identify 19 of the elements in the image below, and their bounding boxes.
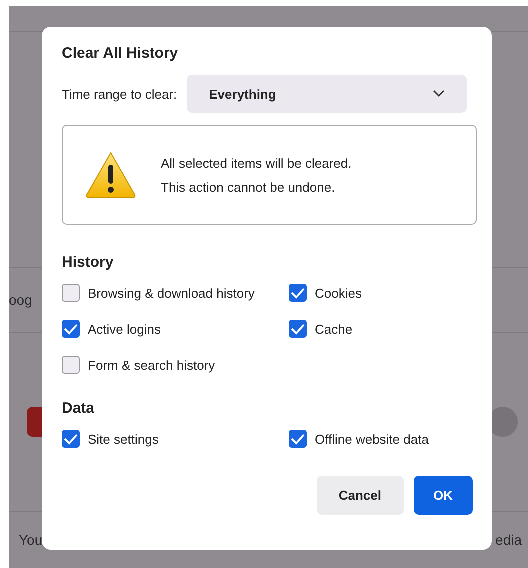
warning-text: All selected items will be cleared. xyxy=(161,156,352,170)
background-text: oog xyxy=(9,292,34,308)
checkbox-label: Browsing & download history xyxy=(88,286,255,300)
dialog-title: Clear All History xyxy=(62,45,180,62)
background-text: You xyxy=(18,532,43,548)
checkbox-label: Site settings xyxy=(88,432,159,446)
cancel-button[interactable]: Cancel xyxy=(316,476,404,515)
checkbox-label: Cache xyxy=(315,322,353,336)
section-heading: History xyxy=(62,254,115,271)
checkbox-label: Form & search history xyxy=(88,358,216,372)
ok-button[interactable]: OK xyxy=(414,476,473,515)
checkbox-label: Active logins xyxy=(88,322,161,336)
section-heading: Data xyxy=(62,400,96,417)
time-range-label: Time range to clear: xyxy=(62,86,178,102)
background-text: edia xyxy=(496,532,523,548)
warning-text: This action cannot be undone. xyxy=(161,180,336,194)
checkbox-label: Offline website data xyxy=(315,432,429,446)
time-range-dropdown[interactable]: Everything xyxy=(187,75,467,113)
checkbox-label: Cookies xyxy=(315,286,362,300)
